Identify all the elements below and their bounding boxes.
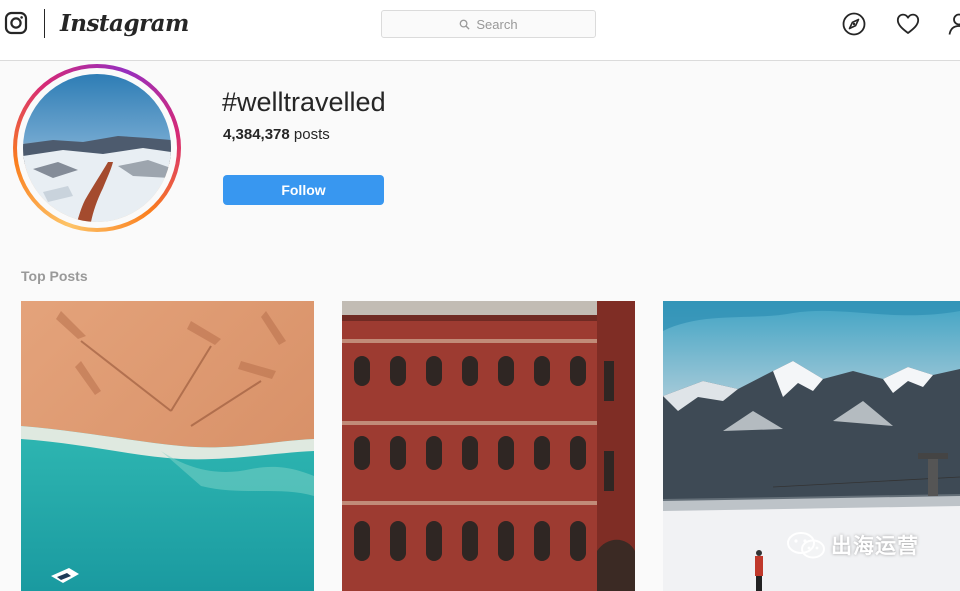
search-icon (460, 19, 470, 30)
search-placeholder: Search (476, 16, 518, 32)
top-navigation-bar: Instagram Search (0, 0, 960, 61)
instagram-wordmark[interactable]: Instagram (60, 8, 189, 40)
post-thumbnail-building[interactable] (342, 301, 635, 591)
post-thumbnail-beach[interactable] (21, 301, 314, 591)
heart-icon[interactable] (896, 12, 920, 36)
profile-icon[interactable] (947, 12, 960, 36)
top-posts-heading: Top Posts (21, 268, 88, 284)
post-count: 4,384,378 posts (223, 126, 330, 143)
post-count-label: posts (289, 126, 330, 143)
post-count-number: 4,384,378 (223, 126, 290, 143)
hashtag-avatar-image (23, 74, 171, 222)
compass-icon[interactable] (842, 12, 866, 36)
wechat-icon (787, 532, 825, 559)
instagram-camera-icon[interactable] (4, 11, 28, 35)
follow-button[interactable]: Follow (223, 175, 384, 205)
nav-divider (44, 9, 45, 38)
watermark-text: 出海运营 (831, 535, 919, 558)
hashtag-title: #welltravelled (222, 87, 386, 117)
hashtag-avatar (13, 64, 181, 232)
wechat-watermark: 出海运营 (785, 530, 919, 560)
search-input[interactable]: Search (381, 10, 596, 38)
